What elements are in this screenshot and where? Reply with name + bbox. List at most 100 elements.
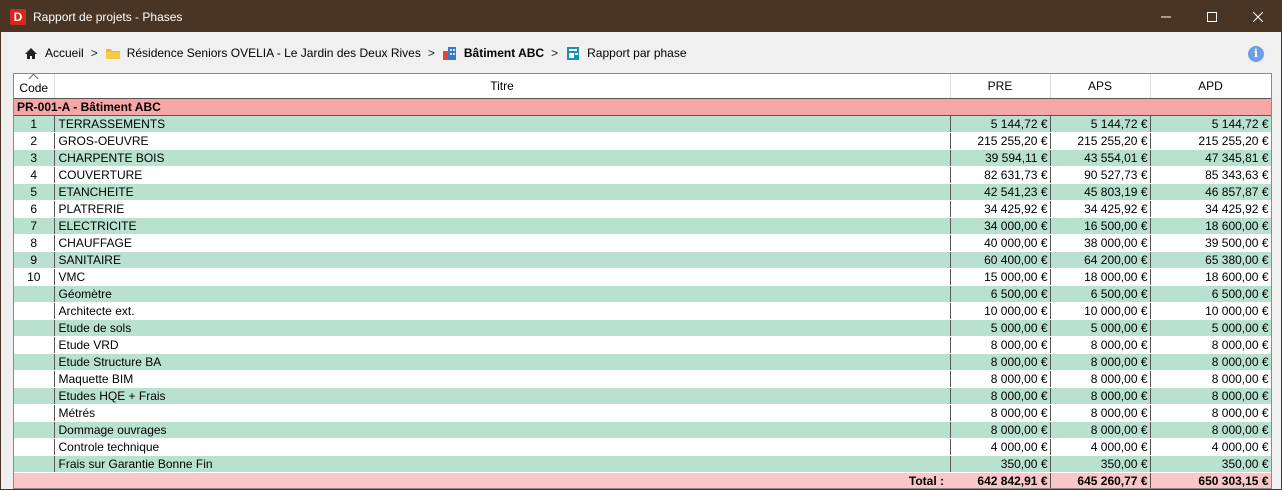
cell-apd: 65 380,00 €: [1150, 251, 1271, 269]
minimize-button[interactable]: [1143, 1, 1189, 32]
cell-code: 7: [14, 217, 55, 235]
building-icon: [442, 45, 458, 61]
table-row[interactable]: Controle technique 4 000,00 €4 000,00 €4 …: [14, 438, 1271, 456]
table-row[interactable]: Etude Structure BA 8 000,00 €8 000,00 €8 …: [14, 353, 1271, 371]
cell-aps: 43 554,01 €: [1050, 149, 1151, 167]
total-pre: 642 842,91 €: [950, 471, 1051, 488]
cell-code: [14, 285, 55, 303]
table-row[interactable]: Dommage ouvrages 8 000,00 €8 000,00 €8 00…: [14, 421, 1271, 439]
table-row[interactable]: Géomètre 6 500,00 €6 500,00 €6 500,00 €: [14, 285, 1271, 303]
maximize-button[interactable]: [1189, 1, 1235, 32]
column-header-title[interactable]: Titre: [54, 74, 951, 99]
breadcrumb-label: Rapport par phase: [587, 46, 687, 60]
cell-title: Frais sur Garantie Bonne Fin: [54, 455, 951, 473]
cell-title: Etudes HQE + Frais: [54, 387, 951, 405]
breadcrumb-building[interactable]: Bâtiment ABC: [442, 45, 544, 61]
cell-apd: 46 857,87 €: [1150, 183, 1271, 201]
table-row[interactable]: 9 SANITAIRE 60 400,00 €64 200,00 €65 380,0…: [14, 251, 1271, 269]
cell-title: Controle technique: [54, 438, 951, 456]
table-row[interactable]: 4 COUVERTURE 82 631,73 €90 527,73 €85 343,…: [14, 166, 1271, 184]
breadcrumb-project[interactable]: Résidence Seniors OVELIA - Le Jardin des…: [105, 45, 421, 61]
cell-pre: 6 500,00 €: [950, 285, 1051, 303]
group-row[interactable]: PR-001-A - Bâtiment ABC: [14, 98, 1271, 116]
phase-table: Code Titre PRE APS APD PR-001-A - Bâtime…: [14, 74, 1271, 488]
column-header-pre[interactable]: PRE: [950, 74, 1051, 99]
table-row[interactable]: Architecte ext. 10 000,00 €10 000,00 €10 …: [14, 302, 1271, 320]
column-header-apd[interactable]: APD: [1150, 74, 1271, 99]
cell-aps: 8 000,00 €: [1050, 370, 1151, 388]
breadcrumb-home[interactable]: Accueil: [23, 45, 84, 61]
cell-apd: 6 500,00 €: [1150, 285, 1271, 303]
cell-apd: 215 255,20 €: [1150, 132, 1271, 150]
cell-code: 6: [14, 200, 55, 218]
table-row[interactable]: Etude de sols 5 000,00 €5 000,00 €5 000,0…: [14, 319, 1271, 337]
cell-aps: 350,00 €: [1050, 455, 1151, 473]
breadcrumb: Accueil > Résidence Seniors OVELIA - Le …: [1, 32, 1281, 74]
cell-pre: 34 425,92 €: [950, 200, 1051, 218]
table-row[interactable]: Métrés 8 000,00 €8 000,00 €8 000,00 €: [14, 404, 1271, 422]
cell-title: Etude de sols: [54, 319, 951, 337]
cell-aps: 4 000,00 €: [1050, 438, 1151, 456]
cell-aps: 5 000,00 €: [1050, 319, 1151, 337]
cell-title: PLATRERIE: [54, 200, 951, 218]
maximize-icon: [1207, 11, 1217, 22]
cell-code: 1: [14, 115, 55, 133]
info-icon[interactable]: i: [1248, 46, 1264, 62]
total-row: Total :642 842,91 €645 260,77 €650 303,1…: [14, 471, 1271, 488]
cell-code: 4: [14, 166, 55, 184]
home-icon: [23, 45, 39, 61]
table-row[interactable]: 3 CHARPENTE BOIS 39 594,11 €43 554,01 €47 …: [14, 149, 1271, 167]
cell-apd: 8 000,00 €: [1150, 421, 1271, 439]
cell-code: 9: [14, 251, 55, 269]
group-label: PR-001-A - Bâtiment ABC: [14, 98, 1271, 116]
cell-apd: 8 000,00 €: [1150, 404, 1271, 422]
cell-pre: 5 000,00 €: [950, 319, 1051, 337]
cell-pre: 8 000,00 €: [950, 404, 1051, 422]
cell-title: VMC: [54, 268, 951, 286]
breadcrumb-label: Bâtiment ABC: [463, 46, 545, 60]
cell-pre: 10 000,00 €: [950, 302, 1051, 320]
table-row[interactable]: 7 ELECTRICITE 34 000,00 €16 500,00 €18 600…: [14, 217, 1271, 235]
table-row[interactable]: Etudes HQE + Frais 8 000,00 €8 000,00 €8 …: [14, 387, 1271, 405]
cell-aps: 8 000,00 €: [1050, 404, 1151, 422]
table-row[interactable]: Maquette BIM 8 000,00 €8 000,00 €8 000,00…: [14, 370, 1271, 388]
cell-code: [14, 370, 55, 388]
table-row[interactable]: Frais sur Garantie Bonne Fin 350,00 €350,…: [14, 455, 1271, 473]
cell-apd: 18 600,00 €: [1150, 268, 1271, 286]
cell-apd: 4 000,00 €: [1150, 438, 1271, 456]
close-button[interactable]: [1235, 1, 1281, 32]
cell-apd: 350,00 €: [1150, 455, 1271, 473]
cell-title: Etude VRD: [54, 336, 951, 354]
table-row[interactable]: 5 ETANCHEITE 42 541,23 €45 803,19 €46 857,…: [14, 183, 1271, 201]
table-row[interactable]: 8 CHAUFFAGE 40 000,00 €38 000,00 €39 500,0…: [14, 234, 1271, 252]
table-row[interactable]: 2 GROS-OEUVRE 215 255,20 €215 255,20 €215 …: [14, 132, 1271, 150]
table-row[interactable]: 10 VMC 15 000,00 €18 000,00 €18 600,00 €: [14, 268, 1271, 286]
cell-title: GROS-OEUVRE: [54, 132, 951, 150]
app-logo-icon: D: [10, 8, 26, 25]
cell-aps: 8 000,00 €: [1050, 336, 1151, 354]
cell-code: 5: [14, 183, 55, 201]
cell-aps: 18 000,00 €: [1050, 268, 1151, 286]
column-header-code[interactable]: Code: [14, 74, 55, 99]
cell-code: [14, 302, 55, 320]
cell-code: [14, 455, 55, 473]
cell-pre: 39 594,11 €: [950, 149, 1051, 167]
cell-title: SANITAIRE: [54, 251, 951, 269]
cell-title: CHAUFFAGE: [54, 234, 951, 252]
breadcrumb-report[interactable]: Rapport par phase: [565, 45, 687, 61]
table-row[interactable]: 1 TERRASSEMENTS 5 144,72 €5 144,72 €5 144,…: [14, 115, 1271, 133]
cell-code: 8: [14, 234, 55, 252]
table-row[interactable]: Etude VRD 8 000,00 €8 000,00 €8 000,00 €: [14, 336, 1271, 354]
breadcrumb-label: Résidence Seniors OVELIA - Le Jardin des…: [126, 46, 421, 60]
cell-code: [14, 421, 55, 439]
breadcrumb-separator: >: [427, 46, 435, 60]
cell-apd: 34 425,92 €: [1150, 200, 1271, 218]
window-title: Rapport de projets - Phases: [33, 9, 183, 24]
cell-aps: 16 500,00 €: [1050, 217, 1151, 235]
table-row[interactable]: 6 PLATRERIE 34 425,92 €34 425,92 €34 425,9…: [14, 200, 1271, 218]
cell-title: COUVERTURE: [54, 166, 951, 184]
cell-pre: 40 000,00 €: [950, 234, 1051, 252]
column-header-aps[interactable]: APS: [1050, 74, 1151, 99]
report-window: D Rapport de projets - Phases Accueil > …: [0, 0, 1282, 490]
cell-aps: 8 000,00 €: [1050, 353, 1151, 371]
